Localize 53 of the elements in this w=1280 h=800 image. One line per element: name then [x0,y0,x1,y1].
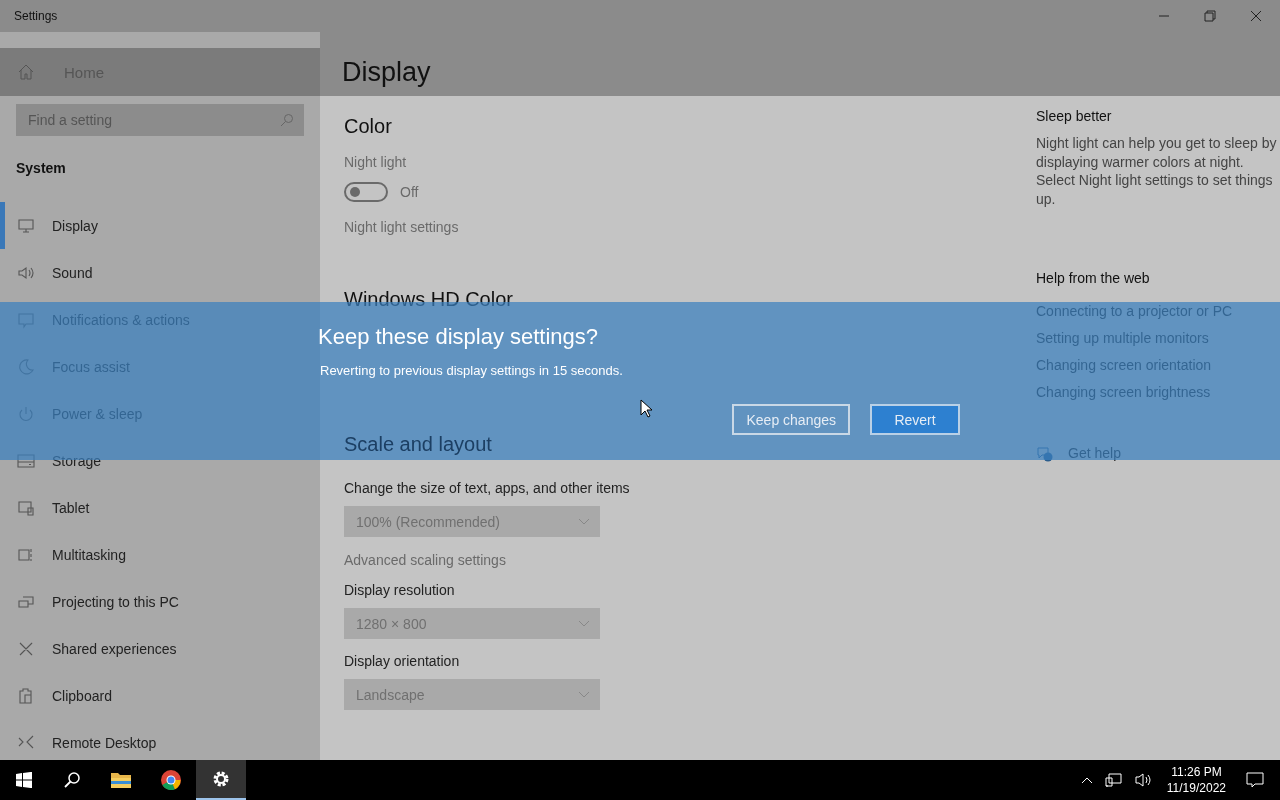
keep-button[interactable]: Keep changes [732,404,850,435]
browser-icon [160,769,182,791]
nav-item[interactable]: Multitasking [0,531,320,578]
search-icon [63,771,81,789]
network-icon[interactable] [1104,772,1123,788]
cursor-icon [640,399,652,418]
speaker-icon[interactable] [1134,772,1153,788]
nav-item[interactable]: Display [0,202,320,249]
nav-item[interactable]: Remote Desktop [0,719,320,760]
window-title: Settings [14,9,58,23]
setting-label: Display orientation [344,653,461,671]
dialog-title: Keep these display settings? [318,324,599,350]
toggle-switch[interactable] [344,182,388,202]
chevron-up-icon[interactable] [1080,776,1093,784]
revert-button[interactable]: Revert [870,404,960,435]
nav-item[interactable]: Clipboard [0,672,320,719]
section-heading: Scale and layout [344,432,492,457]
nav-item[interactable]: Tablet [0,484,320,531]
section-heading: System [16,159,67,178]
notification-icon[interactable] [1246,771,1264,789]
aside-heading: Sleep better [1036,108,1113,124]
restore-icon[interactable] [1204,10,1216,22]
dropdown[interactable]: 100% (Recommended) [344,506,600,537]
dialog-message: Reverting to previous display settings in 15 seconds. [320,363,623,378]
tablet-icon [17,498,35,517]
clock[interactable]: 11:26 PM 11/19/2022 [1158,764,1234,796]
folder-icon [110,771,132,789]
nav-item[interactable]: Shared experiences [0,625,320,672]
search-icon [280,113,294,127]
clipboard-icon [17,686,35,705]
chevron-icon [578,690,590,699]
house-icon [17,63,35,81]
section-heading: Color [344,114,393,139]
settings-link[interactable]: Advanced scaling settings [344,552,1004,568]
page-title: Display [342,56,431,88]
taskbar-app[interactable] [196,760,246,800]
close-icon[interactable] [1250,10,1262,22]
aside-text: Night light can help you get to sleep by displaying warmer colors at night. Select Night light settings to set things up. [1036,134,1278,208]
settings-link[interactable]: Night light settings [344,219,1004,235]
windows-logo-icon [16,772,32,788]
setting-label: Change the size of text, apps, and other items [344,480,631,498]
toggle-state: Off [400,184,419,200]
dropdown[interactable]: Landscape [344,679,600,710]
chevron-icon [578,517,590,526]
setting-label: Night light [344,154,408,172]
dropdown[interactable]: 1280 × 800 [344,608,600,639]
setting-label: Display resolution [344,582,456,600]
monitor-icon [17,216,35,235]
gear-icon [211,769,231,789]
nav-item[interactable]: Sound [0,249,320,296]
nav-item[interactable]: Projecting to this PC [0,578,320,625]
aside-heading: Help from the web [1036,270,1151,286]
chevron-icon [578,619,590,628]
